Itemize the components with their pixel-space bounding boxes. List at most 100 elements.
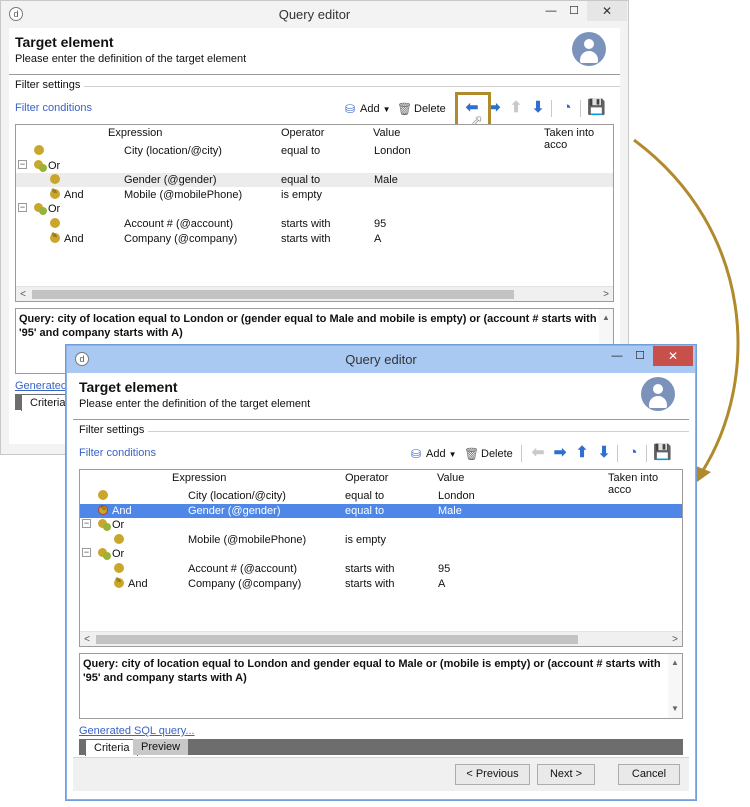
save-icon[interactable]: 💾 <box>587 99 606 117</box>
tab-preview[interactable]: Preview <box>133 739 189 755</box>
header-divider <box>73 419 689 420</box>
table-row[interactable]: And Mobile (@mobilePhone) is empty <box>16 187 613 202</box>
window-title: Query editor <box>345 352 417 367</box>
delete-button[interactable]: 🗑 Delete <box>464 445 513 463</box>
col-expression[interactable]: Expression <box>172 472 226 484</box>
condition-edit-icon <box>50 231 60 243</box>
toolbar-separator <box>580 100 581 117</box>
scroll-thumb[interactable] <box>96 635 578 644</box>
horizontal-scrollbar[interactable]: < > <box>16 286 613 301</box>
col-value[interactable]: Value <box>437 472 464 484</box>
scroll-left-icon[interactable]: < <box>80 632 94 646</box>
grid-header: Expression Operator Value Taken into acc… <box>16 125 613 151</box>
collapse-icon[interactable]: − <box>18 203 27 212</box>
row-expression: Gender (@gender) <box>188 505 281 517</box>
row-logic: And <box>112 505 132 517</box>
query-description: Query: city of location equal to London … <box>83 658 661 684</box>
col-value[interactable]: Value <box>373 127 400 139</box>
delete-label: Delete <box>414 103 446 115</box>
collapse-icon[interactable]: − <box>82 548 91 557</box>
delete-button[interactable]: 🗑 Delete <box>397 100 446 118</box>
add-button[interactable]: ⛁ Add ▼ <box>409 445 457 463</box>
generated-sql-link[interactable]: Generated SQL query... <box>79 725 195 737</box>
tab-criteria[interactable]: Criteria <box>85 739 139 756</box>
table-row[interactable]: City (location/@city) equal to London <box>80 489 682 503</box>
move-up-icon[interactable]: ⬆ <box>573 444 591 462</box>
table-row[interactable]: City (location/@city) equal to London <box>16 144 613 158</box>
maximize-icon[interactable]: ☐ <box>562 1 586 21</box>
scroll-thumb[interactable] <box>32 290 514 299</box>
vertical-scrollbar[interactable]: ▲ ▼ <box>668 654 682 718</box>
add-button[interactable]: ⛁ Add ▼ <box>343 100 391 118</box>
or-group-icon <box>34 160 47 172</box>
col-operator[interactable]: Operator <box>345 472 388 484</box>
table-row[interactable]: And Company (@company) starts with A <box>16 231 613 246</box>
user-icon <box>641 377 675 411</box>
minimize-icon[interactable]: — <box>605 346 629 366</box>
row-operator: equal to <box>281 145 321 157</box>
horizontal-scrollbar[interactable]: < > <box>80 631 682 646</box>
move-up-icon[interactable]: ⬆ <box>507 99 525 117</box>
close-icon[interactable]: ✕ <box>653 346 693 366</box>
next-button[interactable]: Next > <box>537 764 595 785</box>
filter-conditions-link[interactable]: Filter conditions <box>15 102 92 114</box>
row-expression: City (location/@city) <box>124 145 222 157</box>
scroll-up-icon[interactable]: ▲ <box>668 656 682 670</box>
table-row-selected[interactable]: And Gender (@gender) equal to Male <box>80 504 682 518</box>
scroll-right-icon[interactable]: > <box>599 287 613 301</box>
move-left-icon[interactable]: ⬅ <box>529 444 547 462</box>
move-down-icon[interactable]: ⬇ <box>529 99 547 117</box>
close-icon[interactable]: ✕ <box>587 1 627 21</box>
distribution-icon[interactable]: ◔ <box>558 99 576 117</box>
query-text: Query: city of location equal to London … <box>79 653 683 719</box>
table-row[interactable]: Gender (@gender) equal to Male <box>16 173 613 187</box>
trash-icon: 🗑 <box>397 102 413 116</box>
header-subtitle: Please enter the definition of the targe… <box>79 398 311 410</box>
grid-header: Expression Operator Value Taken into acc… <box>80 470 682 496</box>
table-row[interactable]: And Company (@company) starts with A <box>80 576 682 591</box>
collapse-icon[interactable]: − <box>82 519 91 528</box>
table-row[interactable]: − Or <box>16 159 613 173</box>
row-value: Male <box>438 505 462 517</box>
scroll-left-icon[interactable]: < <box>16 287 30 301</box>
scroll-up-icon[interactable]: ▲ <box>599 311 613 325</box>
row-logic: Or <box>112 519 125 531</box>
row-value: 95 <box>438 563 451 575</box>
title-bar: d Query editor — ☐ ✕ <box>1 1 628 28</box>
row-value: Male <box>374 174 398 186</box>
add-icon: ⛁ <box>344 102 356 116</box>
save-icon[interactable]: 💾 <box>653 444 672 462</box>
maximize-icon[interactable]: ☐ <box>628 346 652 366</box>
table-row[interactable]: Account # (@account) starts with 95 <box>80 562 682 576</box>
condition-icon <box>50 218 60 228</box>
table-row[interactable]: Mobile (@mobilePhone) is empty <box>80 533 682 547</box>
row-expression: Company (@company) <box>124 233 238 245</box>
distribution-icon[interactable]: ◔ <box>624 444 642 462</box>
header-subtitle: Please enter the definition of the targe… <box>15 53 247 65</box>
query-description: Query: city of location equal to London … <box>19 313 597 339</box>
previous-button[interactable]: < Previous <box>455 764 530 785</box>
filter-conditions-link[interactable]: Filter conditions <box>79 447 156 459</box>
trash-icon: 🗑 <box>464 447 480 461</box>
row-expression: Company (@company) <box>188 578 302 590</box>
table-row[interactable]: − Or <box>16 202 613 216</box>
col-expression[interactable]: Expression <box>108 127 162 139</box>
col-operator[interactable]: Operator <box>281 127 324 139</box>
minimize-icon[interactable]: — <box>539 1 563 21</box>
or-group-icon <box>34 203 47 215</box>
table-row[interactable]: Account # (@account) starts with 95 <box>16 217 613 231</box>
toolbar-separator <box>521 445 522 462</box>
scroll-right-icon[interactable]: > <box>668 632 682 646</box>
move-down-icon[interactable]: ⬇ <box>595 444 613 462</box>
cancel-button[interactable]: Cancel <box>618 764 680 785</box>
filter-settings-label: Filter settings <box>79 424 149 436</box>
scroll-down-icon[interactable]: ▼ <box>668 702 682 716</box>
row-logic: Or <box>48 160 61 172</box>
row-logic: And <box>64 233 84 245</box>
dialog-button-bar: < Previous Next > Cancel <box>73 757 689 791</box>
collapse-icon[interactable]: − <box>18 160 27 169</box>
table-row[interactable]: − Or <box>80 547 682 561</box>
move-right-icon[interactable]: ➡ <box>551 444 569 462</box>
table-row[interactable]: − Or <box>80 518 682 532</box>
fieldset-line <box>79 86 620 87</box>
